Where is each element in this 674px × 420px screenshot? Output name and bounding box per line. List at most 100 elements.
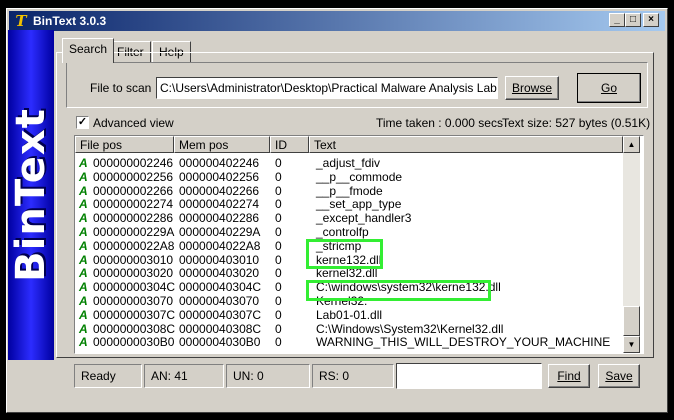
table-row[interactable]: A 000000002286 000000402286 0 _except_handle…	[75, 211, 623, 225]
file-pos-cell: 00000000307C	[93, 307, 176, 322]
file-path-input[interactable]: C:\Users\Administrator\Desktop\Practical…	[156, 77, 498, 99]
string-type-icon: A	[79, 321, 88, 336]
id-cell: 0	[275, 307, 282, 322]
table-row[interactable]: A 000000002274 000000402274 0 __set_app_type	[75, 197, 623, 211]
string-type-icon: A	[79, 335, 88, 350]
sidebar-logo-banner: BinText	[8, 30, 54, 360]
scroll-up-arrow-icon[interactable]: ▲	[623, 136, 640, 153]
id-cell: 0	[275, 335, 282, 350]
status-ready: Ready	[74, 364, 142, 388]
browse-button[interactable]: Browse	[505, 76, 559, 100]
file-pos-cell: 000000002246	[93, 156, 174, 170]
table-row[interactable]: A 00000000307C 00000040307C 0 Lab01-01.dll	[75, 308, 623, 322]
scrollbar-thumb[interactable]	[623, 306, 640, 336]
advanced-view-checkbox[interactable]: ✓	[76, 116, 89, 129]
mem-pos-cell: 0000004022A8	[179, 238, 261, 253]
file-to-scan-label: File to scan	[90, 81, 152, 95]
id-cell: 0	[275, 252, 282, 267]
mem-pos-cell: 00000040229A	[179, 225, 261, 239]
file-pos-cell: 000000002286	[93, 211, 174, 226]
file-pos-cell: 00000000229A	[93, 225, 175, 239]
id-cell: 0	[275, 266, 282, 281]
text-cell: _adjust_fdiv	[316, 156, 381, 170]
go-button[interactable]: Go	[577, 73, 641, 103]
id-cell: 0	[275, 183, 282, 198]
id-cell: 0	[275, 197, 282, 212]
column-header-text[interactable]: Text	[309, 136, 623, 153]
table-row[interactable]: A 000000003070 000000403070 0 Kernel32.	[75, 294, 623, 308]
table-row[interactable]: A 00000000308C 00000040308C 0 C:\Windows\Sys…	[75, 322, 623, 336]
scroll-down-arrow-icon[interactable]: ▼	[623, 336, 640, 353]
string-type-icon: A	[79, 156, 88, 170]
table-row[interactable]: A 000000003020 000000403020 0 kernel32.dll	[75, 266, 623, 280]
table-row[interactable]: A 000000003010 000000403010 0 kerne132.dll	[75, 253, 623, 267]
file-pos-cell: 000000002256	[93, 169, 174, 184]
text-cell: kerne132.dll	[316, 252, 382, 267]
maximize-button[interactable]: □	[625, 13, 641, 27]
table-row[interactable]: A 00000000304C 00000040304C 0 C:\windows\sys…	[75, 280, 623, 294]
advanced-view-label[interactable]: Advanced view	[93, 116, 174, 130]
column-header-id[interactable]: ID	[270, 136, 309, 153]
status-un-count: UN: 0	[226, 364, 310, 388]
table-row[interactable]: A 000000002246 000000402246 0 _adjust_fdiv	[75, 156, 623, 170]
app-icon: T	[15, 12, 27, 30]
mem-pos-cell: 0000004030B0	[179, 335, 261, 350]
text-cell: Kernel32.	[316, 294, 368, 308]
string-type-icon: A	[79, 183, 88, 198]
minimize-button[interactable]: _	[609, 13, 625, 27]
table-row[interactable]: A 000000002256 000000402256 0 __p__commode	[75, 170, 623, 184]
save-button[interactable]: Save	[598, 364, 640, 388]
mem-pos-cell: 000000403010	[179, 252, 260, 267]
file-pos-cell: 00000000308C	[93, 321, 176, 336]
status-rs-count: RS: 0	[312, 364, 394, 388]
mem-pos-cell: 000000403020	[179, 266, 260, 281]
table-row[interactable]: A 0000000030B0 0000004030B0 0 WARNING_THIS_W…	[75, 335, 623, 349]
string-type-icon: A	[79, 238, 88, 253]
strings-list[interactable]: File pos Mem pos ID Text A 000000002246 00…	[74, 135, 644, 354]
string-type-icon: A	[79, 211, 88, 226]
text-cell: _stricmp	[316, 238, 362, 253]
string-type-icon: A	[79, 280, 88, 295]
id-cell: 0	[275, 294, 282, 308]
text-cell: __p__fmode	[316, 183, 383, 198]
string-type-icon: A	[79, 294, 88, 308]
text-cell: kernel32.dll	[316, 266, 378, 281]
id-cell: 0	[275, 156, 282, 170]
mem-pos-cell: 000000403070	[179, 294, 260, 308]
string-type-icon: A	[79, 225, 88, 239]
file-pos-cell: 0000000030B0	[93, 335, 175, 350]
id-cell: 0	[275, 225, 282, 239]
text-cell: C:\windows\system32\kerne132.dll	[316, 280, 501, 295]
file-pos-cell: 000000002274	[93, 197, 174, 212]
text-cell: _controlfp	[316, 225, 369, 239]
table-row[interactable]: A 000000002266 000000402266 0 __p__fmode	[75, 184, 623, 198]
text-size-text: Text size: 527 bytes (0.51K)	[502, 116, 651, 130]
table-row[interactable]: A 00000000229A 00000040229A 0 _controlfp	[75, 225, 623, 239]
text-cell: Lab01-01.dll	[316, 307, 383, 322]
mem-pos-cell: 000000402246	[179, 156, 260, 170]
column-header-mem-pos[interactable]: Mem pos	[174, 136, 270, 153]
find-button[interactable]: Find	[548, 364, 590, 388]
id-cell: 0	[275, 238, 282, 253]
column-header-file-pos[interactable]: File pos	[75, 136, 174, 153]
sidebar-logo-text: BinText	[8, 108, 54, 282]
file-pos-cell: 000000003020	[93, 266, 174, 281]
file-pos-cell: 000000002266	[93, 183, 174, 198]
close-button[interactable]: ×	[643, 13, 659, 27]
mem-pos-cell: 00000040307C	[179, 307, 262, 322]
string-type-icon: A	[79, 197, 88, 212]
file-pos-cell: 0000000022A8	[93, 238, 175, 253]
title-bar[interactable]: T BinText 3.0.3 _ □ ×	[9, 11, 665, 31]
mem-pos-cell: 00000040308C	[179, 321, 262, 336]
tab-search[interactable]: Search	[62, 38, 115, 63]
id-cell: 0	[275, 211, 282, 226]
mem-pos-cell: 000000402266	[179, 183, 260, 198]
table-row[interactable]: A 0000000022A8 0000004022A8 0 _stricmp	[75, 239, 623, 253]
find-search-input[interactable]	[396, 363, 542, 389]
vertical-scrollbar[interactable]: ▲ ▼	[623, 136, 640, 353]
text-cell: __set_app_type	[316, 197, 402, 212]
text-cell: WARNING_THIS_WILL_DESTROY_YOUR_MACHINE	[316, 335, 611, 350]
status-an-count: AN: 41	[144, 364, 224, 388]
string-type-icon: A	[79, 266, 88, 281]
mem-pos-cell: 000000402274	[179, 197, 260, 212]
